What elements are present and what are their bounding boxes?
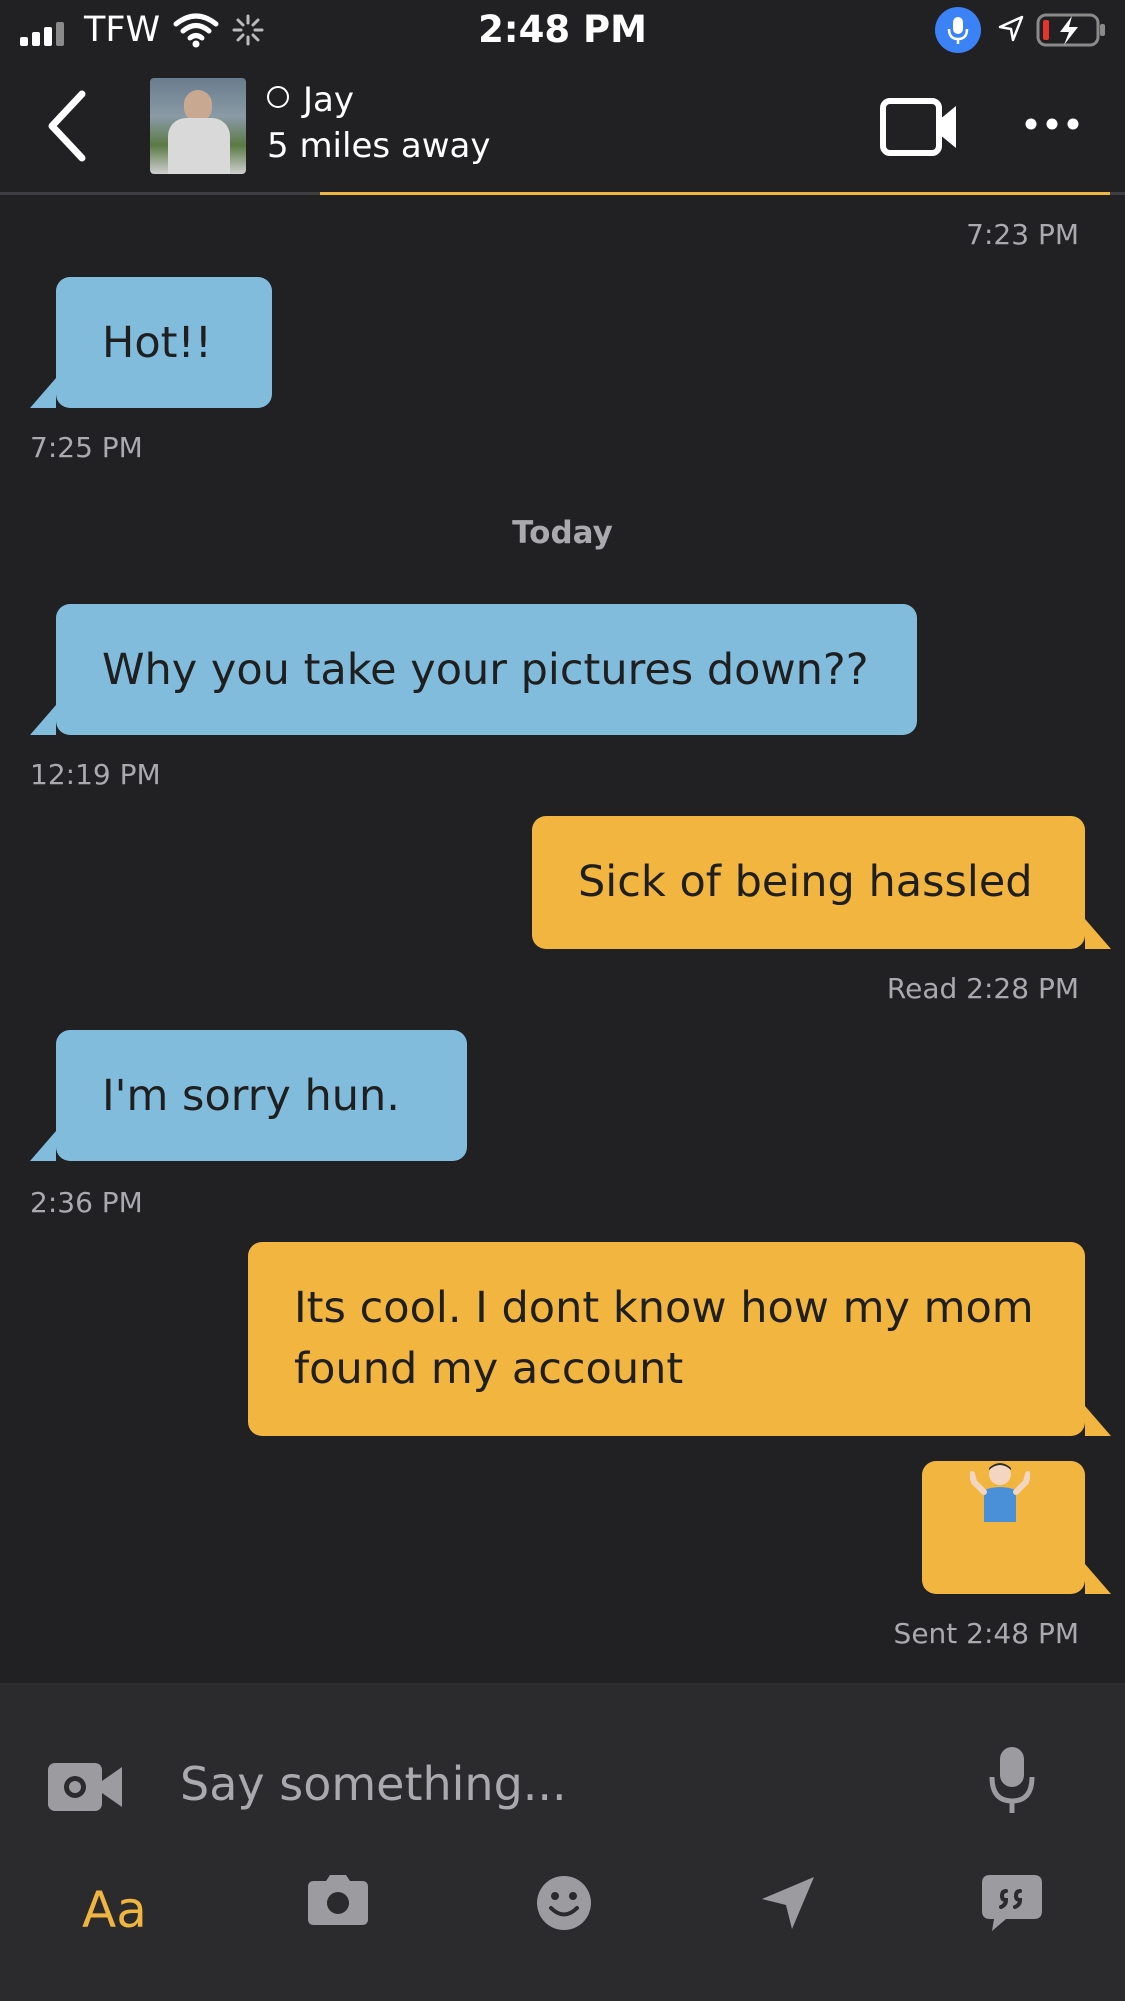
- message-text-line: Its cool. I dont know how my mom: [294, 1283, 1034, 1333]
- battery-charging-icon: [1036, 13, 1105, 47]
- previous-outgoing-bubble-edge: [320, 192, 1110, 195]
- message-composer: Say something... Aa: [0, 1683, 1125, 2001]
- message-text: I'm sorry hun.: [102, 1071, 400, 1121]
- status-ring-icon: [267, 86, 289, 108]
- man-shrugging-emoji: [970, 1463, 1030, 1522]
- back-chevron-icon[interactable]: [44, 88, 88, 164]
- send-location-icon[interactable]: [760, 1875, 816, 1931]
- camera-icon[interactable]: [308, 1875, 368, 1925]
- text-style-button[interactable]: Aa: [82, 1881, 147, 1939]
- more-options-icon[interactable]: [1025, 118, 1079, 130]
- message-text: Hot!!: [102, 318, 212, 368]
- day-divider: Today: [512, 515, 613, 551]
- contact-name[interactable]: Jay: [303, 80, 354, 120]
- message-timestamp: 12:19 PM: [30, 758, 161, 791]
- sent-receipt: Sent 2:48 PM: [893, 1617, 1079, 1650]
- message-timestamp: 2:36 PM: [30, 1186, 143, 1219]
- video-message-icon[interactable]: [48, 1761, 122, 1813]
- incoming-message-bubble[interactable]: Hot!!: [30, 277, 272, 408]
- incoming-message-bubble[interactable]: I'm sorry hun.: [30, 1030, 467, 1161]
- message-text: Sick of being hassled: [578, 857, 1033, 907]
- message-timestamp: 7:23 PM: [966, 218, 1079, 251]
- contact-avatar[interactable]: [150, 78, 246, 174]
- emoji-icon[interactable]: [536, 1875, 592, 1931]
- incoming-message-bubble[interactable]: Why you take your pictures down??: [30, 604, 917, 735]
- microphone-in-use-icon: [935, 7, 981, 53]
- status-bar: TFW 2:48 PM: [0, 0, 1125, 62]
- outgoing-message-bubble[interactable]: Sick of being hassled: [532, 816, 1111, 949]
- location-arrow-icon: [998, 15, 1024, 42]
- message-timestamp: 7:25 PM: [30, 431, 143, 464]
- contact-distance: 5 miles away: [267, 126, 491, 166]
- message-text-line: found my account: [294, 1344, 684, 1394]
- read-receipt: Read 2:28 PM: [886, 972, 1079, 1005]
- voice-message-icon[interactable]: [988, 1745, 1036, 1817]
- saved-phrases-icon[interactable]: [982, 1875, 1042, 1931]
- video-call-icon[interactable]: [880, 96, 960, 158]
- chat-header: Jay 5 miles away: [0, 62, 1125, 195]
- message-text: Why you take your pictures down??: [102, 645, 869, 695]
- outgoing-message-bubble[interactable]: Its cool. I dont know how my mom found m…: [248, 1242, 1111, 1436]
- message-input[interactable]: Say something...: [180, 1757, 567, 1811]
